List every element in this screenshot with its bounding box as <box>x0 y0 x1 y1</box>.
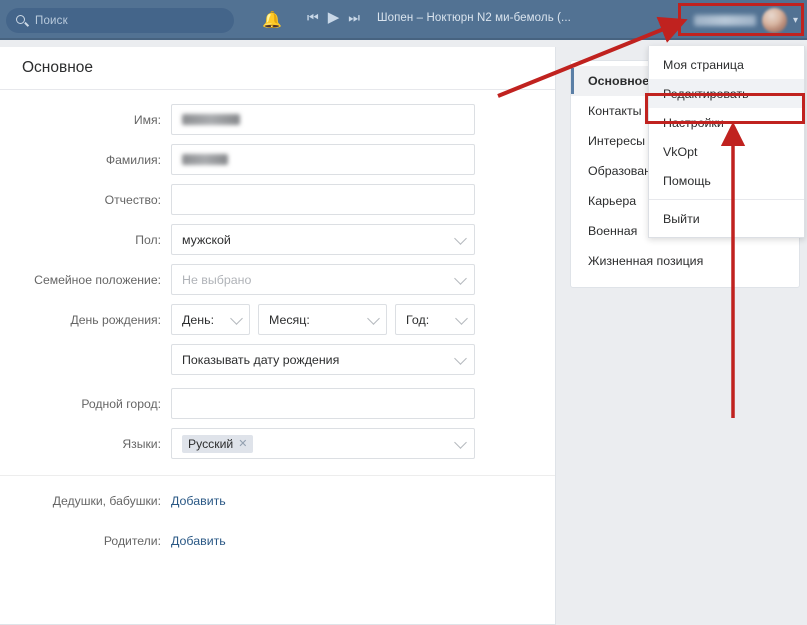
birthday-year-select[interactable]: Год: <box>395 304 475 335</box>
search-icon <box>16 14 30 27</box>
marital-status-value: Не выбрано <box>182 272 252 287</box>
chevron-down-icon <box>454 435 467 449</box>
skip-previous-icon[interactable]: ⏮ <box>307 11 319 25</box>
sidebar-item-label: Интересы <box>588 134 646 148</box>
gender-select[interactable]: мужской <box>171 224 475 255</box>
first-name-label: Имя: <box>133 112 161 127</box>
menu-item-label: Моя страница <box>663 57 744 72</box>
field-row-birthday-visibility: Показывать дату рождения <box>0 344 555 375</box>
languages-label: Языки: <box>122 436 161 451</box>
menu-item-edit[interactable]: Редактировать <box>649 79 804 108</box>
sidebar-item-label: Карьера <box>588 194 637 208</box>
search-input[interactable]: Поиск <box>6 8 234 33</box>
sidebar-item-label: Военная <box>588 224 638 238</box>
birthday-day-value: День: <box>182 312 215 327</box>
chevron-down-icon <box>454 271 467 285</box>
avatar <box>761 7 787 33</box>
chevron-down-icon <box>454 351 467 365</box>
bell-icon[interactable]: 🔔 <box>262 11 282 30</box>
field-row-grandparents: Дедушки, бабушки: Добавить <box>0 492 555 510</box>
birthday-visibility-select[interactable]: Показывать дату рождения <box>171 344 475 375</box>
gender-label: Пол: <box>135 232 161 247</box>
menu-item-label: VkOpt <box>663 144 698 159</box>
gender-value: мужской <box>182 232 231 247</box>
middle-name-input[interactable] <box>171 184 475 215</box>
menu-item-vkopt[interactable]: VkOpt <box>649 137 804 166</box>
sidebar-item-label: Жизненная позиция <box>588 254 704 268</box>
home-town-input[interactable] <box>171 388 475 419</box>
parents-label: Родители: <box>103 534 161 548</box>
profile-form: Имя: Фамилия: Отчество: Пол: мужской Сем… <box>0 90 555 550</box>
grandparents-label: Дедушки, бабушки: <box>52 494 161 508</box>
languages-select[interactable]: Русский ✕ <box>171 428 475 459</box>
birthday-month-select[interactable]: Месяц: <box>258 304 387 335</box>
birthday-day-select[interactable]: День: <box>171 304 250 335</box>
user-dropdown-menu: Моя страница Редактировать Настройки VkO… <box>648 46 805 238</box>
chevron-down-icon <box>367 311 380 325</box>
birthday-month-value: Месяц: <box>269 312 310 327</box>
sidebar-item-zhiznennaya-poziciya[interactable]: Жизненная позиция <box>571 246 799 276</box>
skip-next-icon[interactable]: ⏭ <box>348 11 360 25</box>
chevron-down-icon[interactable]: ▾ <box>793 15 798 26</box>
sidebar-item-label: Основное <box>588 74 650 88</box>
field-row-parents: Родители: Добавить <box>0 532 555 550</box>
chevron-down-icon <box>230 311 243 325</box>
menu-item-logout[interactable]: Выйти <box>649 204 804 233</box>
player-track-title: Шопен – Ноктюрн N2 ми-бемоль (... <box>376 12 571 24</box>
field-row-birthday: День рождения: День: Месяц: Год: <box>0 304 555 335</box>
parents-add-link[interactable]: Добавить <box>171 534 226 548</box>
language-chip-russian[interactable]: Русский ✕ <box>182 434 254 453</box>
chevron-down-icon <box>455 311 468 325</box>
home-town-label: Родной город: <box>81 396 161 411</box>
field-row-gender: Пол: мужской <box>0 224 555 255</box>
field-row-first-name: Имя: <box>0 104 555 135</box>
audio-player: ⏮ ▶ ⏭ Шопен – Ноктюрн N2 ми-бемоль (... <box>307 10 571 25</box>
form-divider <box>0 475 555 476</box>
birthday-visibility-value: Показывать дату рождения <box>182 352 340 367</box>
search-placeholder: Поиск <box>35 14 68 27</box>
field-row-last-name: Фамилия: <box>0 144 555 175</box>
last-name-label: Фамилия: <box>105 152 161 167</box>
last-name-input[interactable] <box>171 144 475 175</box>
play-icon[interactable]: ▶ <box>328 10 340 25</box>
page-title-bar: Основное <box>0 47 555 90</box>
chevron-down-icon <box>454 231 467 245</box>
menu-item-label: Помощь <box>663 173 711 188</box>
birthday-year-value: Год: <box>406 312 430 327</box>
last-name-value-redacted <box>182 154 228 165</box>
menu-item-label: Редактировать <box>663 86 749 101</box>
field-row-middle-name: Отчество: <box>0 184 555 215</box>
menu-item-settings[interactable]: Настройки <box>649 108 804 137</box>
marital-status-select[interactable]: Не выбрано <box>171 264 475 295</box>
field-row-languages: Языки: Русский ✕ <box>0 428 555 459</box>
app-root: Поиск 🔔 ⏮ ▶ ⏭ Шопен – Ноктюрн N2 ми-бемо… <box>0 0 807 625</box>
field-row-home-town: Родной город: <box>0 388 555 419</box>
menu-item-help[interactable]: Помощь <box>649 166 804 195</box>
birthday-label: День рождения: <box>70 312 161 327</box>
user-name-redacted <box>693 14 756 26</box>
menu-item-label: Выйти <box>663 211 700 226</box>
marital-status-label: Семейное положение: <box>34 272 161 287</box>
menu-item-my-page[interactable]: Моя страница <box>649 50 804 79</box>
user-menu-button[interactable]: ▾ <box>693 6 798 34</box>
first-name-value-redacted <box>182 114 240 125</box>
sidebar-item-label: Контакты <box>588 104 642 118</box>
grandparents-add-link[interactable]: Добавить <box>171 494 226 508</box>
page-title: Основное <box>22 59 94 76</box>
menu-divider <box>649 199 804 200</box>
main-content-card: Основное Имя: Фамилия: Отчество: Пол: му… <box>0 47 556 625</box>
close-icon[interactable]: ✕ <box>238 437 247 450</box>
menu-item-label: Настройки <box>663 115 724 130</box>
middle-name-label: Отчество: <box>104 192 161 207</box>
field-row-marital-status: Семейное положение: Не выбрано <box>0 264 555 295</box>
first-name-input[interactable] <box>171 104 475 135</box>
birthday-selects: День: Месяц: Год: <box>171 304 555 335</box>
top-bar: Поиск 🔔 ⏮ ▶ ⏭ Шопен – Ноктюрн N2 ми-бемо… <box>0 0 807 40</box>
language-chip-label: Русский <box>188 436 234 451</box>
